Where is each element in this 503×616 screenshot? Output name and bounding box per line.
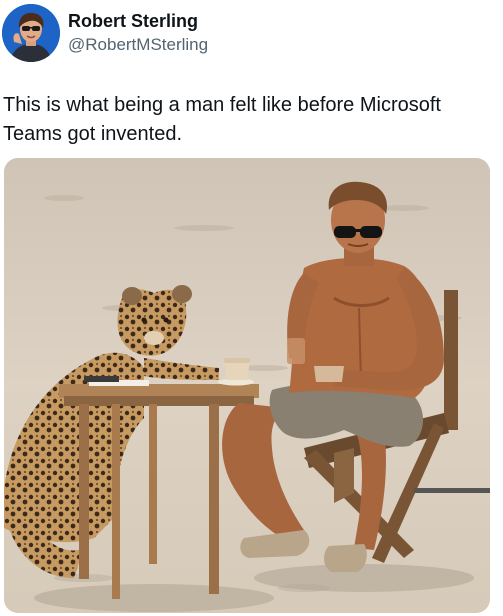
post-text: This is what being a man felt like befor…: [3, 94, 441, 145]
post-photo[interactable]: [4, 158, 490, 613]
user-handle[interactable]: @RobertMSterling: [68, 34, 428, 56]
display-name[interactable]: Robert Sterling: [68, 10, 428, 32]
post-header: Robert Sterling @RobertMSterling: [2, 4, 492, 64]
post-card: Robert Sterling @RobertMSterling This is…: [0, 0, 503, 616]
photo-icon: [4, 158, 490, 613]
cartoon-avatar-icon: [2, 4, 60, 62]
avatar[interactable]: [2, 4, 60, 62]
user-info: Robert Sterling @RobertMSterling: [68, 10, 428, 56]
